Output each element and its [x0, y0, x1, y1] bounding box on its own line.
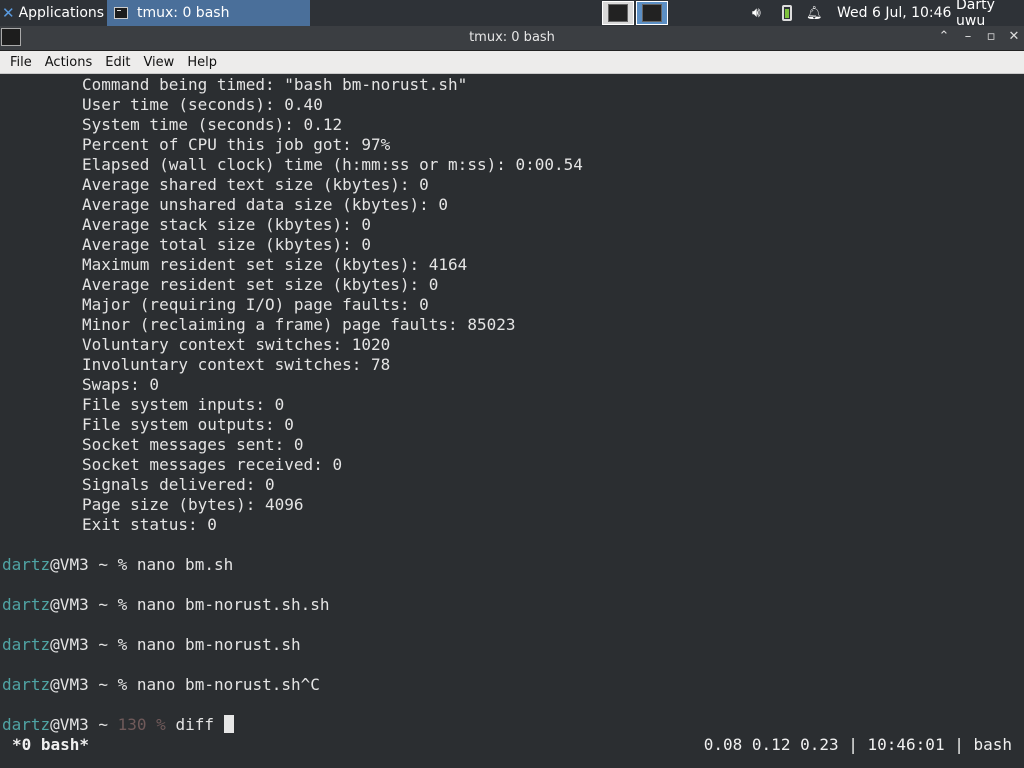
notification-bell-icon[interactable]: 🔔︎ — [806, 0, 823, 26]
text-cursor — [223, 715, 234, 733]
xfce-logo-icon: ✕ — [2, 4, 15, 22]
prompt-host: @VM3 ~ — [50, 675, 118, 694]
prompt-host: @VM3 ~ — [50, 635, 118, 654]
prompt-line: dartz@VM3 ~ % nano bm-norust.sh — [2, 635, 301, 655]
prompt-host: @VM3 ~ — [50, 555, 118, 574]
taskbar-button-terminal[interactable]: tmux: 0 bash — [107, 0, 310, 26]
window-title: tmux: 0 bash — [469, 30, 555, 45]
prompt-symbol: % — [117, 635, 128, 654]
prompt-host: @VM3 ~ — [50, 595, 118, 614]
tmux-status-bar: *0 bash* 0.08 0.12 0.23 | 10:46:01 | bas… — [0, 734, 1024, 756]
prompt-line: dartz@VM3 ~ % nano bm-norust.sh^C — [2, 675, 320, 695]
output-line: User time (seconds): 0.40 — [82, 95, 323, 114]
command-text: nano bm-norust.sh.sh — [136, 595, 330, 614]
prompt-host: @VM3 ~ — [50, 715, 118, 734]
output-line: Average unshared data size (kbytes): 0 — [82, 195, 449, 214]
command-text: nano bm-norust.sh^C — [136, 675, 320, 694]
current-prompt-line[interactable]: dartz@VM3 ~ 130 % diff — [2, 715, 234, 735]
workspace-2[interactable] — [636, 1, 668, 25]
menu-file[interactable]: File — [10, 55, 32, 70]
output-line: Page size (bytes): 4096 — [82, 495, 304, 514]
output-line: Percent of CPU this job got: 97% — [82, 135, 391, 154]
prompt-user: dartz — [2, 635, 51, 654]
workspace-1[interactable] — [602, 1, 634, 25]
minimize-icon[interactable]: – — [960, 29, 976, 44]
window-titlebar[interactable]: tmux: 0 bash ⌃ – ▫ ✕ — [0, 26, 1024, 51]
output-line: System time (seconds): 0.12 — [82, 115, 343, 134]
prompt-symbol: % — [117, 675, 128, 694]
shade-icon[interactable]: ⌃ — [936, 29, 952, 44]
output-line: File system inputs: 0 — [82, 395, 285, 414]
applications-menu[interactable]: ✕ Applications — [0, 0, 104, 26]
user-menu[interactable]: Darty uwu — [956, 0, 1024, 29]
menu-view[interactable]: View — [143, 55, 174, 70]
prompt-line: dartz@VM3 ~ % nano bm.sh — [2, 555, 233, 575]
menu-help[interactable]: Help — [187, 55, 217, 70]
maximize-icon[interactable]: ▫ — [983, 29, 999, 44]
output-line: Voluntary context switches: 1020 — [82, 335, 391, 354]
close-icon[interactable]: ✕ — [1006, 29, 1022, 44]
prompt-user: dartz — [2, 555, 51, 574]
prompt-user: dartz — [2, 675, 51, 694]
output-line: Socket messages received: 0 — [82, 455, 343, 474]
prompt-user: dartz — [2, 595, 51, 614]
battery-icon[interactable] — [782, 5, 792, 21]
tmux-status-right: 0.08 0.12 0.23 | 10:46:01 | bash — [703, 735, 1012, 754]
output-line: Command being timed: "bash bm-norust.sh" — [82, 75, 468, 94]
taskbar-button-label: tmux: 0 bash — [137, 5, 230, 21]
output-line: Involuntary context switches: 78 — [82, 355, 391, 374]
exit-code: 130 — [117, 715, 147, 734]
output-line: Average total size (kbytes): 0 — [82, 235, 371, 254]
command-input[interactable]: diff — [175, 715, 223, 734]
output-line: Major (requiring I/O) page faults: 0 — [82, 295, 429, 314]
prompt-symbol: % — [117, 555, 128, 574]
prompt-line: dartz@VM3 ~ % nano bm-norust.sh.sh — [2, 595, 330, 615]
output-line: File system outputs: 0 — [82, 415, 294, 434]
tmux-window-label[interactable]: *0 bash* — [12, 734, 89, 756]
output-line: Swaps: 0 — [82, 375, 160, 394]
terminal-icon — [114, 7, 128, 19]
prompt-symbol: % — [156, 715, 166, 734]
menu-edit[interactable]: Edit — [105, 55, 130, 70]
editor-icon — [608, 4, 628, 22]
menu-actions[interactable]: Actions — [45, 55, 93, 70]
menu-bar: File Actions Edit View Help — [0, 51, 1024, 74]
volume-icon[interactable]: 🔊︎ — [752, 0, 770, 26]
clock[interactable]: Wed 6 Jul, 10:46 — [837, 0, 951, 26]
terminal-icon — [642, 4, 662, 22]
output-line: Minor (reclaiming a frame) page faults: … — [82, 315, 516, 334]
command-text: nano bm.sh — [136, 555, 234, 574]
output-line: Average shared text size (kbytes): 0 — [82, 175, 429, 194]
output-line: Average stack size (kbytes): 0 — [82, 215, 371, 234]
output-line: Exit status: 0 — [82, 515, 217, 534]
command-text: nano bm-norust.sh — [136, 635, 301, 654]
top-panel: ✕ Applications tmux: 0 bash 🔊︎ 🔔︎ Wed 6 … — [0, 0, 1024, 29]
output-line: Elapsed (wall clock) time (h:mm:ss or m:… — [82, 155, 583, 174]
applications-label: Applications — [18, 5, 105, 21]
terminal-area[interactable]: Command being timed: "bash bm-norust.sh"… — [0, 74, 1024, 768]
output-line: Average resident set size (kbytes): 0 — [82, 275, 439, 294]
output-line: Signals delivered: 0 — [82, 475, 275, 494]
output-line: Socket messages sent: 0 — [82, 435, 304, 454]
output-line: Maximum resident set size (kbytes): 4164 — [82, 255, 468, 274]
prompt-user: dartz — [2, 715, 51, 734]
prompt-symbol: % — [117, 595, 128, 614]
